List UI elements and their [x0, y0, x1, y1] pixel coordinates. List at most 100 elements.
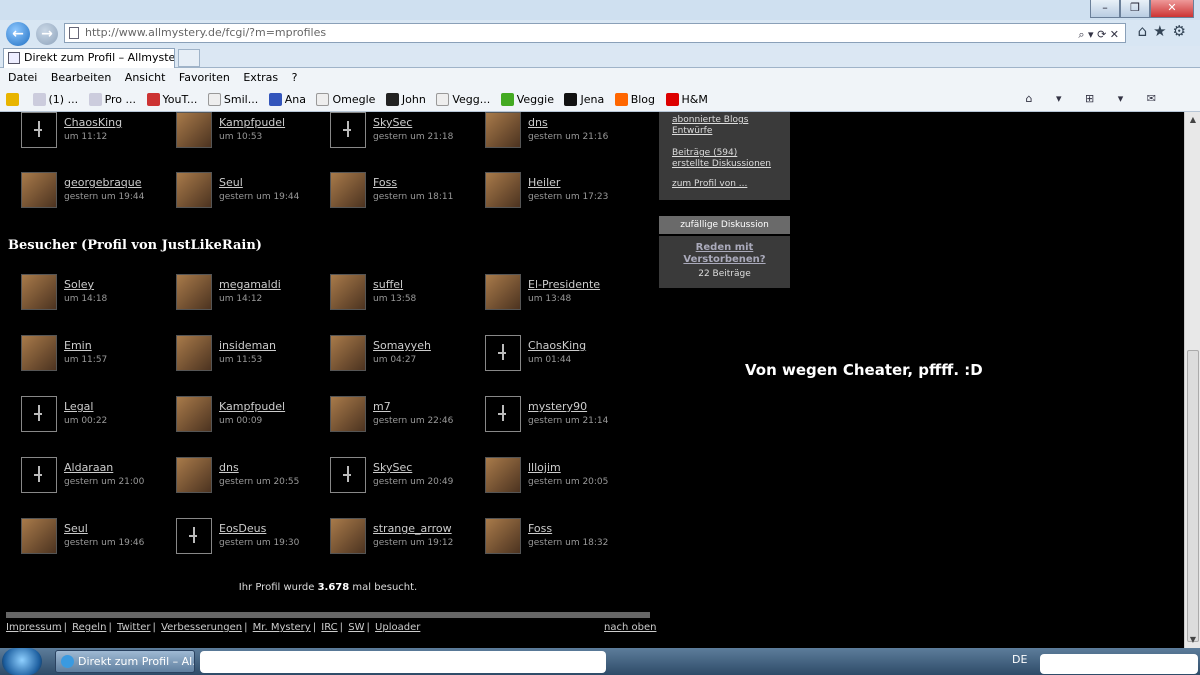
- user-avatar[interactable]: [176, 172, 212, 208]
- user-avatar[interactable]: [330, 274, 366, 310]
- user-name-link[interactable]: Somayyeh: [373, 339, 431, 352]
- footer-link-twitter[interactable]: Twitter: [117, 622, 151, 633]
- user-avatar[interactable]: [485, 112, 521, 148]
- scroll-down-arrow-icon[interactable]: ▼: [1185, 632, 1200, 648]
- close-window-button[interactable]: ✕: [1150, 0, 1194, 18]
- user-name-link[interactable]: EosDeus: [219, 522, 266, 535]
- menu-bearbeiten[interactable]: Bearbeiten: [51, 68, 111, 88]
- scroll-up-arrow-icon[interactable]: ▲: [1185, 112, 1200, 128]
- user-avatar[interactable]: [176, 112, 212, 148]
- user-name-link[interactable]: SkySec: [373, 461, 412, 474]
- home-icon[interactable]: ⌂: [1138, 22, 1154, 40]
- taskbar-window-button[interactable]: Direkt zum Profil – Al...: [55, 650, 195, 673]
- user-avatar[interactable]: [21, 518, 57, 554]
- fav-item[interactable]: Jena: [564, 88, 604, 111]
- fav-item[interactable]: H&M: [665, 88, 708, 111]
- user-name-link[interactable]: El-Presidente: [528, 278, 600, 291]
- user-avatar[interactable]: [485, 457, 521, 493]
- user-avatar[interactable]: [330, 112, 366, 148]
- user-avatar[interactable]: [21, 335, 57, 371]
- menu-ansicht[interactable]: Ansicht: [125, 68, 166, 88]
- user-name-link[interactable]: Legal: [64, 400, 93, 413]
- user-avatar[interactable]: [176, 396, 212, 432]
- user-name-link[interactable]: SkySec: [373, 116, 412, 129]
- user-avatar[interactable]: [330, 172, 366, 208]
- user-avatar[interactable]: [21, 172, 57, 208]
- menu-help[interactable]: ?: [292, 68, 298, 88]
- start-button[interactable]: [2, 648, 42, 675]
- user-name-link[interactable]: insideman: [219, 339, 276, 352]
- footer-link-mr-mystery[interactable]: Mr. Mystery: [253, 622, 311, 633]
- user-name-link[interactable]: dns: [219, 461, 239, 474]
- user-name-link[interactable]: Kampfpudel: [219, 116, 285, 129]
- user-avatar[interactable]: [176, 274, 212, 310]
- footer-link-sw[interactable]: SW: [348, 622, 364, 633]
- user-name-link[interactable]: Foss: [528, 522, 552, 535]
- back-button[interactable]: ←: [6, 22, 30, 46]
- command-bar-icons[interactable]: ⌂ ▾ ⊞ ▾ ✉: [1026, 92, 1166, 105]
- tab-active[interactable]: Direkt zum Profil – Allmyste...: [3, 48, 175, 68]
- user-name-link[interactable]: Foss: [373, 176, 397, 189]
- user-avatar[interactable]: [330, 518, 366, 554]
- user-name-link[interactable]: megamaldi: [219, 278, 281, 291]
- user-avatar[interactable]: [21, 396, 57, 432]
- user-name-link[interactable]: m7: [373, 400, 391, 413]
- user-name-link[interactable]: Kampfpudel: [219, 400, 285, 413]
- footer-link-verbesserungen[interactable]: Verbesserungen: [161, 622, 242, 633]
- footer-link-impressum[interactable]: Impressum: [6, 622, 62, 633]
- user-avatar[interactable]: [485, 335, 521, 371]
- sidebar-link-blogs[interactable]: abonnierte Blogs: [672, 115, 790, 126]
- sidebar-link-discussions[interactable]: erstellte Diskussionen: [672, 159, 790, 170]
- menu-favoriten[interactable]: Favoriten: [179, 68, 230, 88]
- scrollbar-thumb[interactable]: [1187, 350, 1199, 642]
- menu-datei[interactable]: Datei: [8, 68, 37, 88]
- user-name-link[interactable]: georgebraque: [64, 176, 142, 189]
- menu-extras[interactable]: Extras: [243, 68, 278, 88]
- footer-link-irc[interactable]: IRC: [321, 622, 337, 633]
- user-avatar[interactable]: [330, 396, 366, 432]
- address-input[interactable]: http://www.allmystery.de/fcgi/?m=mprofil…: [64, 23, 1126, 43]
- gear-icon[interactable]: ⚙: [1173, 22, 1192, 40]
- back-to-top-link[interactable]: nach oben: [604, 622, 656, 633]
- favorites-star-icon[interactable]: [6, 88, 22, 111]
- user-name-link[interactable]: Soley: [64, 278, 94, 291]
- footer-link-uploader[interactable]: Uploader: [375, 622, 420, 633]
- user-avatar[interactable]: [330, 335, 366, 371]
- user-avatar[interactable]: [21, 274, 57, 310]
- user-avatar[interactable]: [21, 457, 57, 493]
- user-name-link[interactable]: ChaosKing: [528, 339, 586, 352]
- vertical-scrollbar[interactable]: ▲ ▼: [1184, 112, 1200, 648]
- fav-item[interactable]: Vegg...: [436, 88, 490, 111]
- fav-item[interactable]: Pro ...: [88, 88, 136, 111]
- user-name-link[interactable]: Emin: [64, 339, 92, 352]
- user-name-link[interactable]: Seul: [219, 176, 243, 189]
- fav-item[interactable]: YouT...: [146, 88, 197, 111]
- user-name-link[interactable]: lllojim: [528, 461, 561, 474]
- user-avatar[interactable]: [485, 396, 521, 432]
- sidebar-link-profile[interactable]: zum Profil von ...: [672, 179, 790, 190]
- user-name-link[interactable]: suffel: [373, 278, 403, 291]
- maximize-button[interactable]: ❐: [1120, 0, 1150, 18]
- language-indicator[interactable]: DE: [1012, 653, 1027, 666]
- fav-item[interactable]: Veggie: [500, 88, 554, 111]
- user-avatar[interactable]: [176, 518, 212, 554]
- user-name-link[interactable]: Heiler: [528, 176, 560, 189]
- minimize-button[interactable]: –: [1090, 0, 1120, 18]
- user-name-link[interactable]: mystery90: [528, 400, 587, 413]
- user-avatar[interactable]: [485, 518, 521, 554]
- new-tab-button[interactable]: [178, 49, 200, 67]
- sidebar-link-drafts[interactable]: Entwürfe: [672, 126, 790, 137]
- user-name-link[interactable]: strange_arrow: [373, 522, 452, 535]
- favorites-star-icon[interactable]: ★: [1153, 22, 1172, 40]
- user-name-link[interactable]: Aldaraan: [64, 461, 113, 474]
- fav-item[interactable]: Blog: [614, 88, 655, 111]
- user-avatar[interactable]: [21, 112, 57, 148]
- user-name-link[interactable]: dns: [528, 116, 548, 129]
- fav-item[interactable]: Ana: [268, 88, 306, 111]
- forward-button[interactable]: →: [36, 23, 58, 45]
- fav-item[interactable]: John: [385, 88, 426, 111]
- fav-item[interactable]: Omegle: [316, 88, 375, 111]
- user-name-link[interactable]: Seul: [64, 522, 88, 535]
- fav-item[interactable]: Smil...: [207, 88, 258, 111]
- fav-item[interactable]: (1) ...: [32, 88, 78, 111]
